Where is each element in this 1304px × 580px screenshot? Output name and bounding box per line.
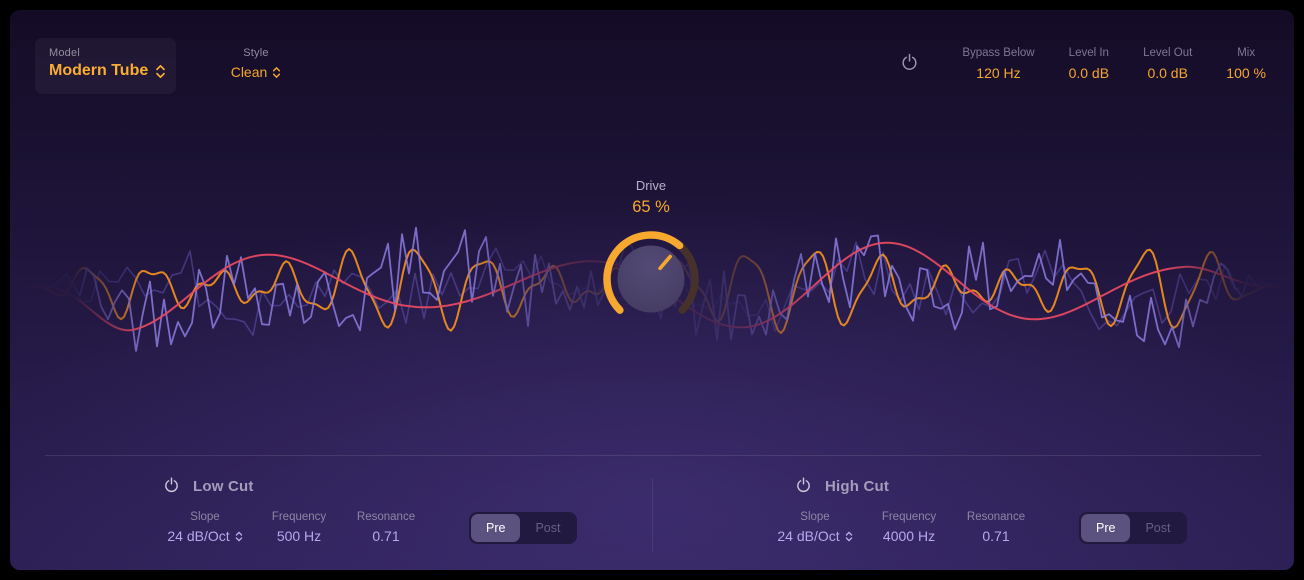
filter-divider xyxy=(652,478,653,552)
mix-field[interactable]: Mix 100 % xyxy=(1209,47,1270,81)
low-cut-power-button[interactable] xyxy=(163,476,180,496)
chevron-updown-icon xyxy=(272,66,281,79)
high-cut-slope-value: 24 dB/Oct xyxy=(777,528,839,544)
low-cut-slope-field[interactable]: Slope 24 dB/Oct xyxy=(155,511,255,544)
level-in-field[interactable]: Level In 0.0 dB xyxy=(1052,47,1126,81)
drive-knob[interactable] xyxy=(596,224,706,334)
low-cut-pre-button[interactable]: Pre xyxy=(471,514,520,542)
high-cut-resonance-value: 0.71 xyxy=(982,528,1009,544)
drive-control: Drive 65 % xyxy=(586,178,716,339)
low-cut-slope-value: 24 dB/Oct xyxy=(167,528,229,544)
level-in-value: 0.0 dB xyxy=(1069,65,1109,81)
power-icon xyxy=(163,476,180,496)
chevron-updown-icon xyxy=(845,531,853,542)
high-cut-resonance-field[interactable]: Resonance 0.71 xyxy=(953,511,1039,544)
low-cut-frequency-value: 500 Hz xyxy=(277,528,321,544)
low-cut-section: Low Cut Slope 24 dB/Oct Frequency 500 Hz… xyxy=(155,476,577,544)
high-cut-slope-field[interactable]: Slope 24 dB/Oct xyxy=(765,511,865,544)
saturation-plugin-window: Model Modern Tube Style Clean Bypass Bel… xyxy=(10,10,1294,570)
high-cut-frequency-label: Frequency xyxy=(865,511,953,523)
header-output-section: Bypass Below 120 Hz Level In 0.0 dB Leve… xyxy=(900,47,1270,81)
bypass-power-button[interactable] xyxy=(900,52,919,74)
style-label: Style xyxy=(210,47,302,59)
model-value: Modern Tube xyxy=(49,62,148,80)
low-cut-slope-label: Slope xyxy=(155,511,255,523)
section-divider xyxy=(45,455,1261,456)
high-cut-post-button[interactable]: Post xyxy=(1130,514,1185,542)
level-in-label: Level In xyxy=(1069,47,1109,59)
chevron-updown-icon xyxy=(235,531,243,542)
style-select[interactable]: Style Clean xyxy=(210,47,302,80)
low-cut-title: Low Cut xyxy=(193,478,254,495)
high-cut-resonance-label: Resonance xyxy=(953,511,1039,523)
high-cut-frequency-value: 4000 Hz xyxy=(883,528,935,544)
high-cut-frequency-field[interactable]: Frequency 4000 Hz xyxy=(865,511,953,544)
low-cut-frequency-label: Frequency xyxy=(255,511,343,523)
drive-label: Drive xyxy=(586,178,716,193)
high-cut-title: High Cut xyxy=(825,478,889,495)
power-icon xyxy=(900,52,919,74)
level-out-label: Level Out xyxy=(1143,47,1192,59)
low-cut-resonance-field[interactable]: Resonance 0.71 xyxy=(343,511,429,544)
low-cut-post-button[interactable]: Post xyxy=(520,514,575,542)
low-cut-frequency-field[interactable]: Frequency 500 Hz xyxy=(255,511,343,544)
mix-label: Mix xyxy=(1226,47,1266,59)
low-cut-resonance-value: 0.71 xyxy=(372,528,399,544)
level-out-field[interactable]: Level Out 0.0 dB xyxy=(1126,47,1209,81)
drive-value: 65 % xyxy=(586,198,716,217)
bypass-below-label: Bypass Below xyxy=(962,47,1034,59)
high-cut-pre-button[interactable]: Pre xyxy=(1081,514,1130,542)
level-out-value: 0.0 dB xyxy=(1143,65,1192,81)
power-icon xyxy=(795,476,812,496)
low-cut-routing-toggle: Pre Post xyxy=(469,512,577,544)
chevron-updown-icon xyxy=(155,64,166,79)
model-select[interactable]: Model Modern Tube xyxy=(35,38,176,94)
low-cut-resonance-label: Resonance xyxy=(343,511,429,523)
bypass-below-value: 120 Hz xyxy=(962,65,1034,81)
high-cut-slope-label: Slope xyxy=(765,511,865,523)
style-value: Clean xyxy=(231,64,268,80)
mix-value: 100 % xyxy=(1226,65,1266,81)
model-label: Model xyxy=(49,47,176,59)
high-cut-routing-toggle: Pre Post xyxy=(1079,512,1187,544)
high-cut-section: High Cut Slope 24 dB/Oct Frequency 4000 … xyxy=(765,476,1187,544)
high-cut-power-button[interactable] xyxy=(795,476,812,496)
bypass-below-field[interactable]: Bypass Below 120 Hz xyxy=(945,47,1051,81)
